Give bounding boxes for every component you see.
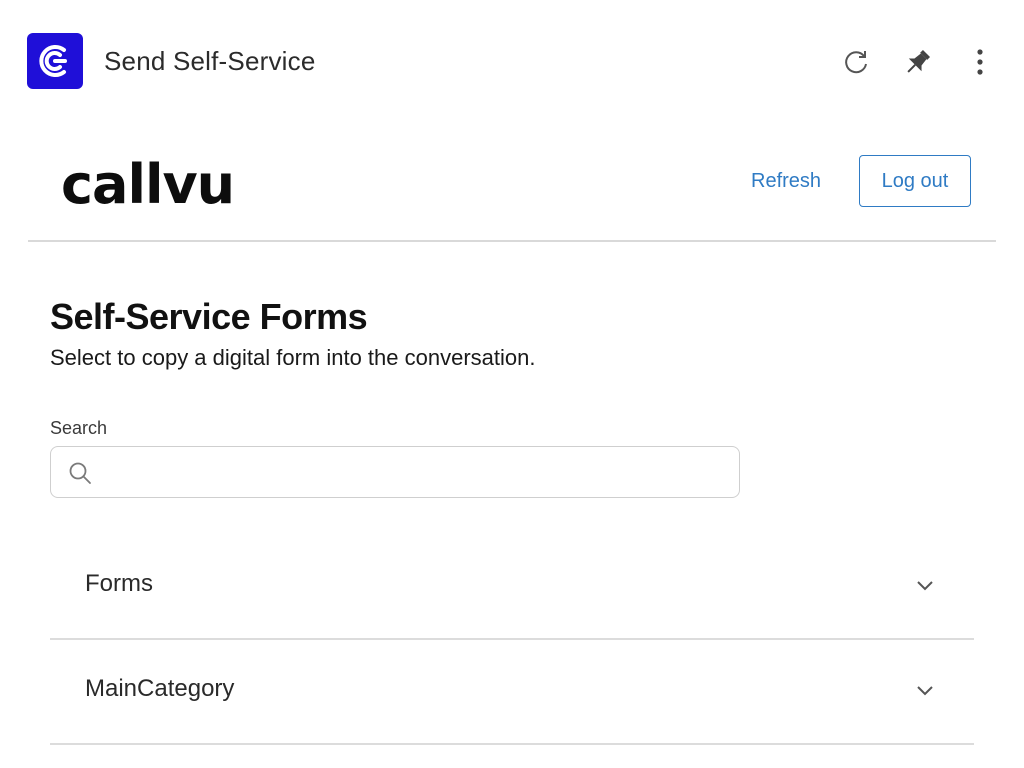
app-logo-icon bbox=[27, 33, 83, 89]
app-title: Send Self-Service bbox=[104, 46, 316, 76]
chevron-down-icon bbox=[917, 581, 933, 591]
refresh-link[interactable]: Refresh bbox=[751, 170, 821, 193]
page-subtitle: Select to copy a digital form into the c… bbox=[50, 345, 536, 370]
search-field[interactable] bbox=[50, 446, 740, 498]
category-maincategory[interactable]: MainCategory bbox=[50, 639, 974, 745]
logout-button[interactable]: Log out bbox=[859, 155, 971, 207]
app-bar: Send Self-Service bbox=[0, 0, 1024, 124]
search-label: Search bbox=[50, 418, 108, 438]
category-label: Forms bbox=[85, 570, 153, 597]
callvu-logo: callvu bbox=[61, 153, 235, 216]
category-label: MainCategory bbox=[85, 675, 235, 702]
search-input[interactable] bbox=[103, 455, 727, 491]
search-icon bbox=[69, 462, 91, 484]
pin-button[interactable] bbox=[898, 40, 938, 84]
chevron-down-icon bbox=[917, 686, 933, 696]
reload-button[interactable] bbox=[836, 40, 876, 84]
page: Send Self-Service callvu Refresh Log out… bbox=[0, 0, 1024, 768]
more-options-button[interactable] bbox=[960, 40, 1000, 84]
more-vertical-icon bbox=[977, 49, 983, 75]
page-title: Self-Service Forms bbox=[50, 296, 368, 337]
category-forms[interactable]: Forms bbox=[50, 534, 974, 640]
pin-icon bbox=[907, 49, 931, 73]
brand-header: callvu Refresh Log out bbox=[28, 124, 996, 242]
reload-icon bbox=[845, 51, 867, 74]
